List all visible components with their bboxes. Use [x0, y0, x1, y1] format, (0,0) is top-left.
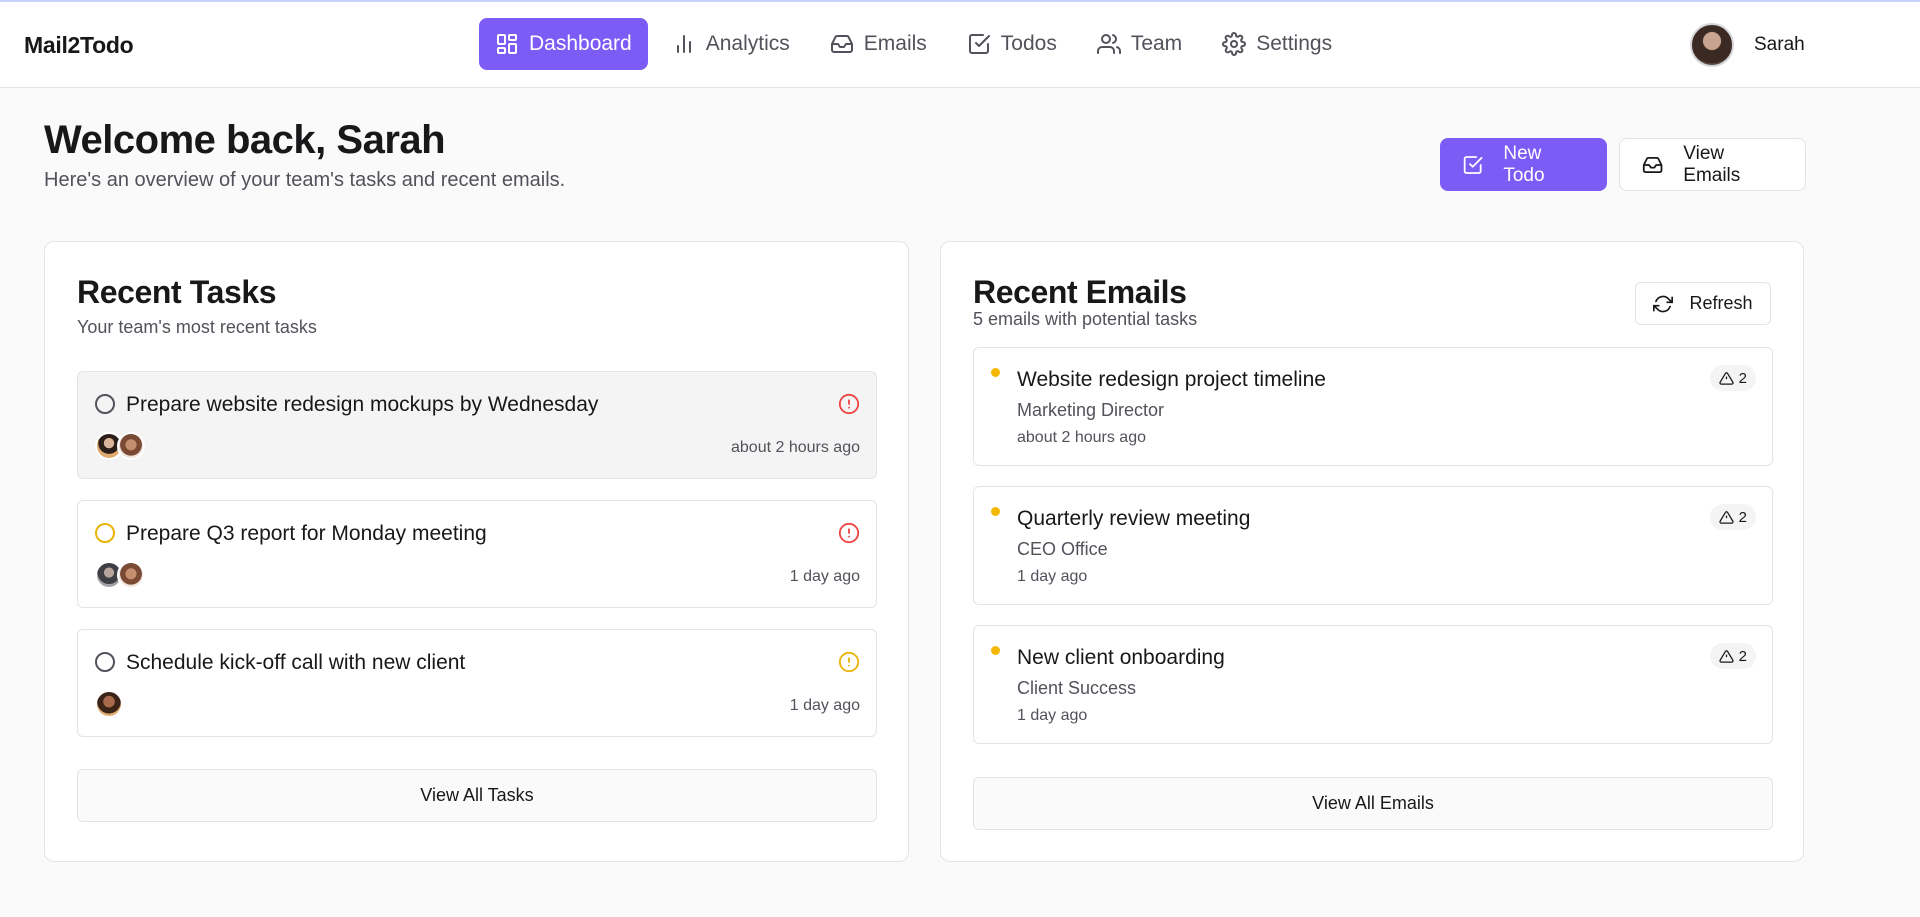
email-sender: Marketing Director: [1017, 400, 1165, 420]
email-subject: Website redesign project timeline: [1017, 368, 1326, 391]
refresh-button[interactable]: Refresh: [1635, 282, 1771, 325]
welcome-section: Welcome back, Sarah Here's an overview o…: [44, 118, 565, 192]
task-count-badge: 2: [1709, 365, 1756, 391]
user-menu[interactable]: Sarah: [1690, 23, 1805, 67]
alert-triangle-icon: [1719, 649, 1734, 663]
alert-triangle-icon: [1719, 510, 1734, 524]
assignee-avatars: [95, 690, 123, 718]
unread-dot: [991, 646, 1000, 655]
alert-circle-icon: [838, 393, 860, 415]
email-time: 1 day ago: [1017, 568, 1088, 585]
task-title: Schedule kick-off call with new client: [126, 651, 466, 674]
task-count-badge: 2: [1709, 504, 1756, 530]
email-sender: CEO Office: [1017, 539, 1108, 559]
task-item[interactable]: Prepare Q3 report for Monday meeting 1 d…: [77, 500, 877, 608]
view-emails-label: View Emails: [1683, 142, 1741, 186]
user-avatar[interactable]: [1690, 23, 1734, 67]
recent-emails-card: Recent Emails 5 emails with potential ta…: [940, 241, 1804, 862]
task-title: Prepare website redesign mockups by Wedn…: [126, 393, 599, 416]
email-sender: Client Success: [1017, 678, 1137, 698]
main-nav: Dashboard Analytics Emails Todos Team Se…: [479, 18, 1356, 70]
checkbox-icon: [968, 34, 990, 54]
nav-label: Analytics: [705, 32, 790, 55]
email-subject: Quarterly review meeting: [1017, 507, 1251, 530]
header-actions: New Todo View Emails: [1440, 138, 1806, 191]
task-title: Prepare Q3 report for Monday meeting: [126, 522, 487, 545]
page-title: Welcome back, Sarah: [44, 118, 446, 162]
alert-circle-icon: [838, 522, 860, 544]
assignee-avatars: [95, 432, 145, 460]
nav-label: Todos: [1000, 32, 1057, 55]
gear-icon: [1222, 32, 1247, 56]
email-item[interactable]: Website redesign project timeline Market…: [973, 347, 1773, 466]
new-todo-label: New Todo: [1503, 142, 1545, 186]
nav-analytics[interactable]: Analytics: [656, 18, 806, 70]
user-name: Sarah: [1754, 34, 1805, 55]
task-time: 1 day ago: [789, 568, 860, 585]
nav-label: Emails: [863, 32, 927, 55]
nav-dashboard[interactable]: Dashboard: [479, 18, 648, 70]
task-count: 2: [1738, 508, 1747, 526]
email-time: about 2 hours ago: [1017, 429, 1146, 446]
task-count: 2: [1738, 647, 1747, 665]
view-emails-button[interactable]: View Emails: [1619, 138, 1806, 191]
new-todo-button[interactable]: New Todo: [1440, 138, 1607, 191]
alert-triangle-icon: [1719, 371, 1734, 385]
card-title: Recent Tasks: [77, 274, 277, 310]
task-time: 1 day ago: [789, 697, 860, 714]
email-item[interactable]: Quarterly review meeting CEO Office 1 da…: [973, 486, 1773, 605]
app-logo[interactable]: Mail2Todo: [24, 32, 134, 59]
bar-chart-icon: [676, 35, 691, 53]
recent-tasks-card: Recent Tasks Your team's most recent tas…: [44, 241, 909, 862]
email-time: 1 day ago: [1017, 707, 1088, 724]
task-status-icon[interactable]: [95, 652, 115, 672]
nav-emails[interactable]: Emails: [814, 18, 943, 70]
avatar[interactable]: [117, 561, 145, 589]
nav-settings[interactable]: Settings: [1206, 18, 1348, 70]
checkbox-icon: [1463, 155, 1483, 174]
refresh-label: Refresh: [1689, 293, 1753, 313]
refresh-icon: [1653, 295, 1674, 312]
users-icon: [1096, 34, 1121, 54]
task-count: 2: [1738, 369, 1747, 387]
card-subtitle: 5 emails with potential tasks: [973, 309, 1198, 329]
unread-dot: [991, 368, 1000, 377]
avatar[interactable]: [117, 432, 145, 460]
view-all-emails-button[interactable]: View All Emails: [973, 777, 1773, 830]
top-navbar: Mail2Todo Dashboard Analytics Emails Tod…: [0, 2, 1920, 88]
task-item[interactable]: Schedule kick-off call with new client 1…: [77, 629, 877, 737]
page-subtitle: Here's an overview of your team's tasks …: [44, 169, 566, 191]
view-all-tasks-button[interactable]: View All Tasks: [77, 769, 877, 822]
assignee-avatars: [95, 561, 145, 589]
card-title: Recent Emails: [973, 274, 1187, 310]
email-subject: New client onboarding: [1017, 646, 1225, 669]
task-status-icon[interactable]: [95, 394, 115, 414]
inbox-icon: [830, 35, 853, 53]
task-item[interactable]: Prepare website redesign mockups by Wedn…: [77, 371, 877, 479]
alert-circle-icon: [838, 651, 860, 673]
nav-todos[interactable]: Todos: [951, 18, 1073, 70]
dashboard-icon: [497, 34, 517, 54]
card-subtitle: Your team's most recent tasks: [77, 317, 317, 337]
task-status-icon[interactable]: [95, 523, 115, 543]
email-item[interactable]: New client onboarding Client Success 1 d…: [973, 625, 1773, 744]
nav-label: Dashboard: [529, 32, 632, 55]
avatar[interactable]: [95, 690, 123, 718]
nav-label: Settings: [1256, 32, 1333, 55]
inbox-icon: [1642, 156, 1663, 173]
nav-label: Team: [1130, 32, 1183, 55]
task-time: about 2 hours ago: [731, 439, 860, 456]
unread-dot: [991, 507, 1000, 516]
nav-team[interactable]: Team: [1081, 18, 1198, 70]
task-count-badge: 2: [1709, 643, 1756, 669]
